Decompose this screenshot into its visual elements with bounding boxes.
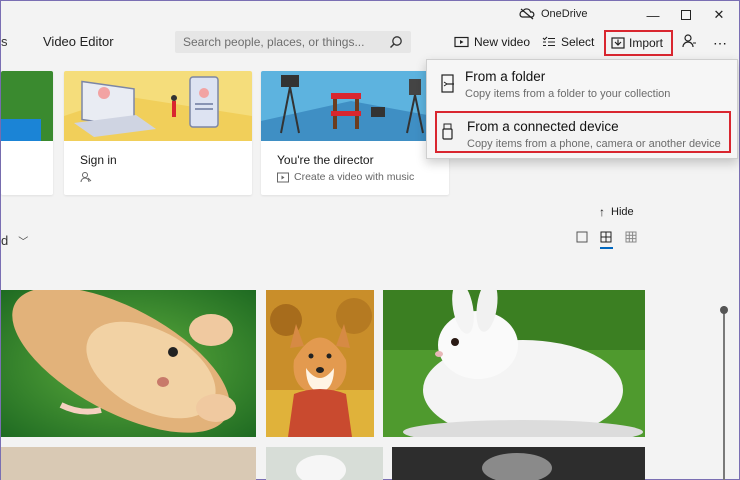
onedrive-icon [519,8,535,20]
photo-partial-3[interactable] [392,447,645,480]
more-options-button[interactable]: ⋯ [713,35,728,52]
usb-device-icon [442,123,453,140]
folder-import-icon [441,74,454,93]
nav-tab-partial[interactable]: s [1,34,8,49]
maximize-button[interactable] [673,4,699,26]
view-large-button[interactable] [576,231,590,245]
arrow-up-icon: ↑ [599,205,605,219]
hamster-image [1,290,256,437]
shiba-image [266,290,374,437]
photo-partial-2[interactable] [266,447,383,480]
nav-tab-video-editor[interactable]: Video Editor [43,34,114,49]
scrollbar-thumb[interactable] [720,306,728,314]
view-medium-button[interactable] [600,231,614,251]
photo-hamster[interactable] [1,290,256,437]
person-sign-in-icon [80,172,92,183]
more-icon: ⋯ [713,35,728,51]
single-square-icon [576,231,588,243]
menu-item-from-connected-device[interactable]: From a connected device Copy items from … [435,111,731,153]
tile-partial-art [1,71,53,141]
menu-item-subtitle: Copy items from a phone, camera or anoth… [467,138,721,150]
import-button[interactable]: Import [604,30,673,56]
select-label: Select [561,35,595,49]
dense-grid-icon [625,231,637,243]
person-icon [682,34,696,48]
search-icon[interactable] [389,35,403,49]
tile-subtitle [80,171,97,183]
scrollbar-track[interactable] [723,306,725,480]
tile-title: You're the director [277,153,374,167]
close-icon: ✕ [713,7,725,22]
menu-item-title: From a folder [465,69,546,84]
tile-sign-in[interactable]: Sign in [64,71,252,195]
menu-item-title: From a connected device [467,119,619,134]
menu-item-subtitle: Copy items from a folder to your collect… [465,88,671,100]
title-bar [1,1,739,29]
rabbit-image [383,290,645,437]
photo-shiba[interactable] [266,290,374,437]
video-icon [277,172,289,182]
photo-rabbit[interactable] [383,290,645,437]
tile-director[interactable]: You're the director Create a video with … [261,71,449,195]
import-label: Import [629,36,664,50]
hide-button[interactable]: ↑ Hide [599,205,634,219]
close-button[interactable]: ✕ [706,4,732,26]
search-box[interactable]: Search people, places, or things... [175,31,411,53]
grid-icon [600,231,612,243]
new-video-icon [454,36,469,48]
maximize-icon [681,10,691,20]
select-icon [542,36,555,46]
tile-partial[interactable] [1,71,53,195]
director-illustration [261,71,449,141]
sign-in-illustration [64,71,252,141]
photo-partial-1[interactable] [1,447,256,480]
tile-subtitle: Create a video with music [277,171,414,183]
select-button[interactable]: Select [542,35,594,49]
tile-title: Sign in [80,153,117,167]
sort-dropdown[interactable]: d ﹀ [1,233,28,248]
search-input[interactable]: Search people, places, or things... [183,35,364,49]
new-video-label: New video [474,35,531,49]
chevron-down-icon: ﹀ [18,237,29,248]
minimize-icon: — [646,7,660,23]
view-small-button[interactable] [625,231,639,245]
import-icon [611,37,625,49]
minimize-button[interactable]: — [640,4,666,26]
hide-label: Hide [611,206,634,218]
menu-item-from-folder[interactable]: From a folder Copy items from a folder t… [435,63,731,105]
onedrive-label: OneDrive [541,8,588,20]
import-menu: From a folder Copy items from a folder t… [426,59,738,159]
onedrive-status[interactable]: OneDrive [519,7,587,21]
account-button[interactable] [681,33,697,52]
sort-label: d [1,233,9,248]
new-video-button[interactable]: New video [454,35,530,49]
